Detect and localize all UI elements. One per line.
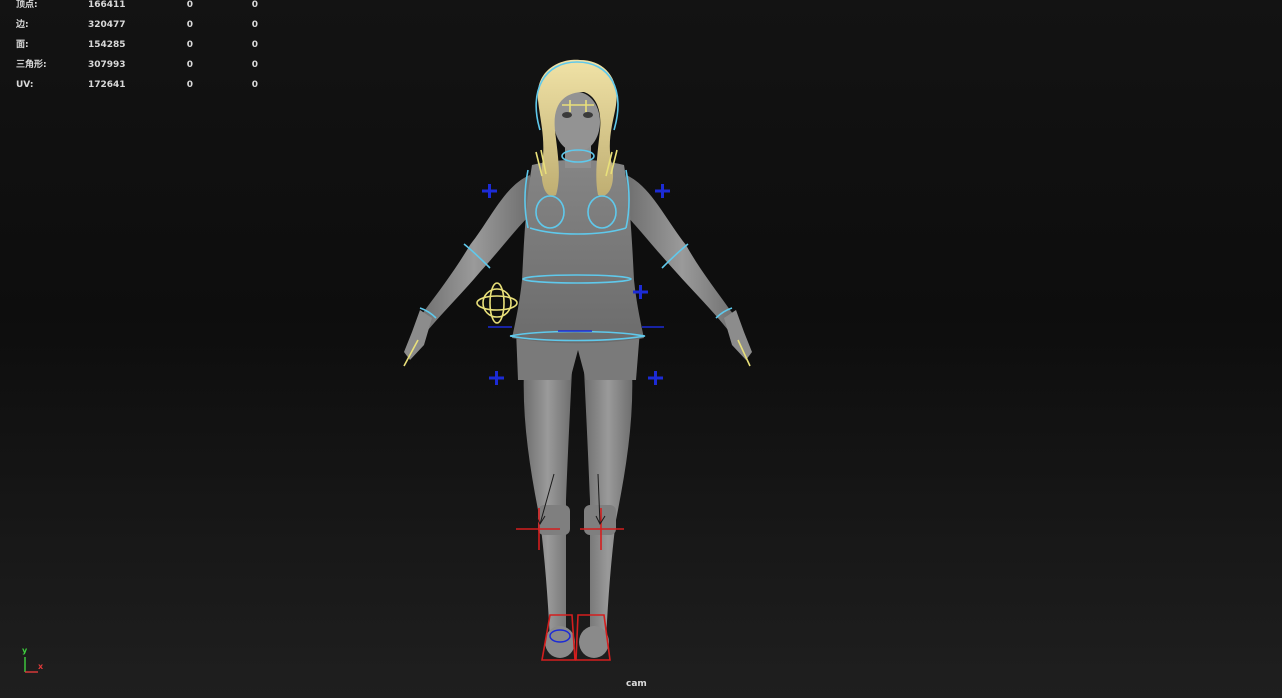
pivot-control[interactable] — [476, 282, 518, 324]
cross-control-icon[interactable] — [489, 371, 504, 385]
viewport-canvas[interactable] — [0, 0, 1282, 698]
right-arm[interactable] — [626, 175, 738, 330]
sweater[interactable] — [512, 159, 644, 344]
eye-left — [562, 112, 572, 118]
cross-control-icon[interactable] — [655, 184, 670, 198]
left-hand[interactable] — [404, 310, 432, 360]
right-shoe[interactable] — [579, 626, 609, 658]
right-hand[interactable] — [724, 310, 752, 360]
axis-y-label: y — [22, 646, 28, 655]
cross-control-icon[interactable] — [482, 184, 497, 198]
camera-name-label: cam — [626, 679, 647, 689]
axis-x-label: x — [38, 662, 44, 671]
eye-right — [583, 112, 593, 118]
cross-control-icon[interactable] — [648, 371, 663, 385]
